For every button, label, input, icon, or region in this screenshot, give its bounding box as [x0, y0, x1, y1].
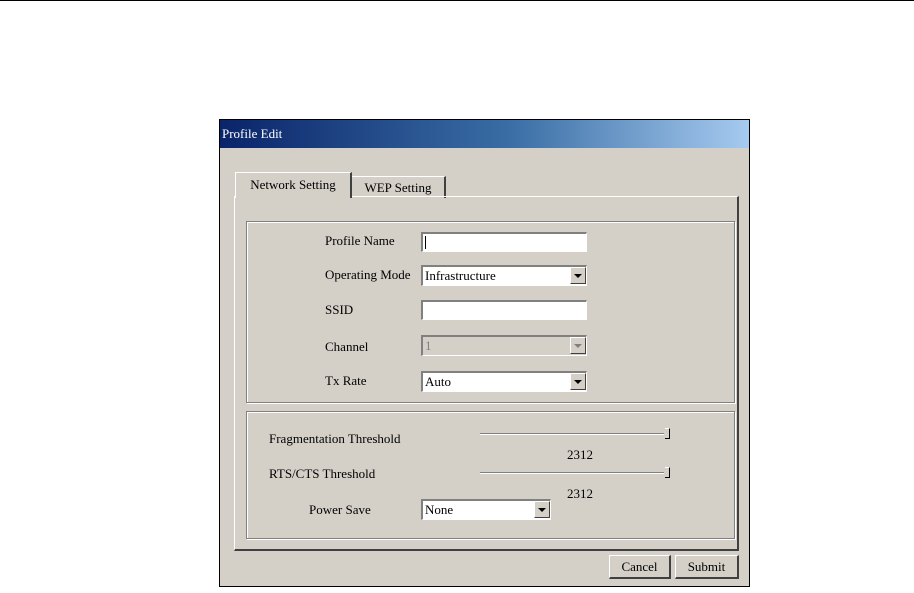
- operating-mode-select[interactable]: Infrastructure: [421, 265, 587, 286]
- advanced-settings-group: Fragmentation Threshold 2312 RTS/CTS Thr…: [246, 411, 735, 539]
- operating-mode-label: Operating Mode: [325, 267, 411, 282]
- chevron-down-icon[interactable]: [570, 337, 586, 354]
- tx-rate-label: Tx Rate: [325, 373, 367, 388]
- window-title: Profile Edit: [222, 126, 283, 141]
- ssid-input[interactable]: [421, 300, 587, 320]
- basic-settings-group: Profile Name Operating Mode Infrastructu…: [246, 221, 735, 403]
- slider-track: [480, 433, 664, 435]
- ssid-label: SSID: [325, 302, 354, 317]
- channel-select[interactable]: 1: [421, 335, 587, 356]
- tab-wep-setting[interactable]: WEP Setting: [351, 176, 446, 198]
- fragmentation-threshold-slider[interactable]: [480, 428, 670, 442]
- title-bar[interactable]: Profile Edit: [220, 120, 749, 148]
- tx-rate-value: Auto: [425, 374, 451, 389]
- network-setting-panel: Profile Name Operating Mode Infrastructu…: [234, 196, 739, 551]
- tab-wep-setting-label: WEP Setting: [364, 180, 432, 195]
- fragmentation-threshold-label: Fragmentation Threshold: [269, 431, 401, 446]
- channel-value: 1: [425, 338, 432, 353]
- tab-network-setting[interactable]: Network Setting: [235, 172, 352, 198]
- text-caret: [425, 236, 426, 249]
- tx-rate-select[interactable]: Auto: [421, 371, 587, 392]
- tab-network-setting-label: Network Setting: [250, 177, 336, 192]
- operating-mode-value: Infrastructure: [425, 268, 496, 283]
- profile-edit-dialog: Profile Edit Network Setting WEP Setting…: [219, 119, 750, 587]
- slider-thumb[interactable]: [665, 428, 670, 439]
- power-save-label: Power Save: [309, 502, 371, 517]
- chevron-down-icon[interactable]: [570, 267, 586, 284]
- rts-cts-threshold-slider[interactable]: [480, 467, 670, 481]
- chevron-down-icon[interactable]: [570, 373, 586, 390]
- profile-name-label: Profile Name: [325, 233, 395, 248]
- slider-thumb[interactable]: [665, 467, 670, 478]
- slider-track: [480, 472, 664, 474]
- channel-label: Channel: [325, 339, 369, 354]
- rts-cts-threshold-value: 2312: [567, 486, 593, 501]
- submit-button[interactable]: Submit: [675, 555, 739, 579]
- top-rule: [0, 0, 914, 1]
- chevron-down-icon[interactable]: [534, 501, 550, 518]
- power-save-select[interactable]: None: [421, 499, 551, 520]
- rts-cts-threshold-label: RTS/CTS Threshold: [269, 466, 376, 481]
- power-save-value: None: [425, 502, 454, 517]
- fragmentation-threshold-value: 2312: [567, 447, 593, 462]
- profile-name-input[interactable]: [421, 232, 587, 252]
- cancel-button[interactable]: Cancel: [609, 555, 671, 579]
